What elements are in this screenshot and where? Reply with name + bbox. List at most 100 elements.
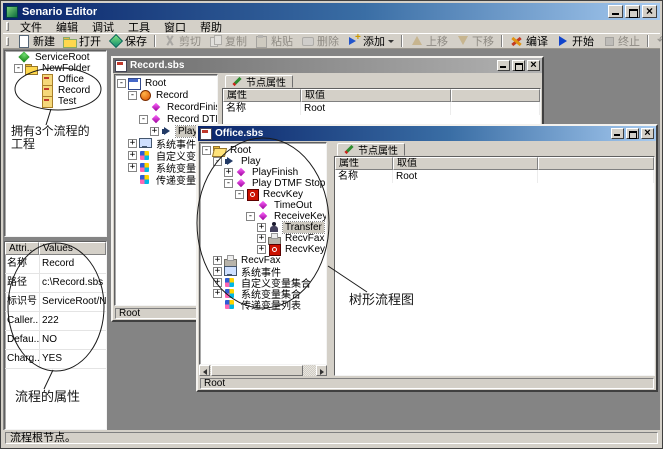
property-row[interactable]: Caller...222 bbox=[5, 312, 106, 331]
tab-node-properties[interactable]: 节点属性 bbox=[225, 75, 293, 88]
tree-item[interactable]: Play DTMF Stop bbox=[200, 178, 326, 189]
expand-box[interactable] bbox=[213, 278, 222, 287]
new-icon bbox=[17, 35, 30, 47]
flow-icon bbox=[41, 74, 53, 85]
tree-item-newfolder[interactable]: NewFolder bbox=[5, 63, 106, 74]
expand-box[interactable] bbox=[213, 157, 222, 166]
tree-item[interactable]: Record bbox=[115, 89, 217, 101]
property-row[interactable]: 标识号ServiceRoot/New... bbox=[5, 293, 106, 312]
office-flow-tree: Root Play PlayFinish Play DTMF Stop Recv… bbox=[199, 142, 327, 376]
tree-item[interactable]: RecordFinish bbox=[115, 101, 217, 113]
close-icon[interactable] bbox=[642, 5, 657, 18]
tree-item[interactable]: Root bbox=[115, 77, 217, 89]
office-window-title: Office.sbs bbox=[215, 128, 263, 139]
tree-item-serviceroot[interactable]: ServiceRoot bbox=[5, 52, 106, 63]
tree-item-test[interactable]: Test bbox=[5, 96, 106, 107]
paste-button: 粘贴 bbox=[251, 34, 297, 49]
toolbar: 新建 打开 保存 剪切 复制 粘贴 删除 添加 上移 下移 编译 开始 终止 取… bbox=[3, 34, 660, 49]
menubar-grip[interactable] bbox=[6, 22, 9, 31]
variables-icon bbox=[224, 288, 236, 299]
folder-icon bbox=[25, 63, 37, 74]
tree-item-selected[interactable]: Transfer bbox=[200, 222, 326, 233]
move-down-button: 下移 bbox=[452, 34, 498, 49]
close-icon[interactable] bbox=[527, 60, 540, 71]
scroll-left-icon[interactable] bbox=[199, 365, 210, 376]
expand-box[interactable] bbox=[14, 64, 23, 73]
expand-box[interactable] bbox=[213, 256, 222, 265]
diamond-icon bbox=[257, 200, 269, 211]
add-button[interactable]: 添加 bbox=[343, 34, 398, 49]
restore-icon[interactable] bbox=[625, 5, 640, 18]
main-statusbar: 流程根节点。 bbox=[3, 430, 660, 446]
copy-icon bbox=[209, 35, 222, 47]
tree-item-record[interactable]: Record bbox=[5, 85, 106, 96]
expand-box[interactable] bbox=[235, 190, 244, 199]
expand-box[interactable] bbox=[117, 79, 126, 88]
delete-icon bbox=[301, 35, 314, 47]
office-titlebar[interactable]: Office.sbs bbox=[198, 126, 656, 141]
tree-item-label: Test bbox=[56, 96, 78, 107]
expand-box[interactable] bbox=[150, 127, 159, 136]
tab-node-properties[interactable]: 节点属性 bbox=[337, 143, 405, 156]
expand-box[interactable] bbox=[128, 163, 137, 172]
compile-button[interactable]: 编译 bbox=[506, 34, 552, 49]
values-column-header[interactable]: Values bbox=[39, 242, 106, 255]
grid-header-attr[interactable]: 属性 bbox=[335, 157, 393, 170]
tree-item[interactable]: TimeOut bbox=[200, 200, 326, 211]
tree-item-office[interactable]: Office bbox=[5, 74, 106, 85]
grid-header-attr[interactable]: 属性 bbox=[223, 89, 301, 102]
expand-box[interactable] bbox=[128, 91, 137, 100]
expand-box[interactable] bbox=[128, 151, 137, 160]
scrollbar-thumb[interactable] bbox=[211, 365, 303, 376]
record-titlebar[interactable]: Record.sbs bbox=[113, 58, 542, 73]
minimize-icon[interactable] bbox=[497, 60, 510, 71]
property-row[interactable]: 路径c:\Record.sbs bbox=[5, 274, 106, 293]
expand-box[interactable] bbox=[224, 168, 233, 177]
minimize-icon[interactable] bbox=[611, 128, 624, 139]
tree-item[interactable]: ReceiveKey Cor bbox=[200, 211, 326, 222]
tree-item[interactable]: Root bbox=[200, 145, 326, 156]
tree-item[interactable]: RecvKey bbox=[200, 189, 326, 200]
save-button[interactable]: 保存 bbox=[105, 34, 151, 49]
expand-box[interactable] bbox=[257, 223, 266, 232]
cut-icon bbox=[163, 35, 176, 47]
expand-box[interactable] bbox=[224, 179, 233, 188]
close-icon[interactable] bbox=[641, 128, 654, 139]
property-row[interactable]: Charg...YES bbox=[5, 350, 106, 369]
horizontal-scrollbar[interactable] bbox=[199, 365, 327, 376]
attr-column-header[interactable]: Attri... bbox=[5, 242, 39, 255]
tree-item[interactable]: RecvKey bbox=[200, 244, 326, 255]
expand-box[interactable] bbox=[213, 267, 222, 276]
grid-row[interactable]: 名称 Root bbox=[335, 170, 654, 183]
tree-item[interactable]: 传递变量列表 bbox=[200, 299, 326, 310]
grid-header-value[interactable]: 取值 bbox=[301, 89, 451, 102]
grid-row[interactable]: 名称 Root bbox=[223, 102, 540, 115]
diamond-icon bbox=[235, 178, 247, 189]
property-row[interactable]: 名称Record bbox=[5, 255, 106, 274]
expand-box[interactable] bbox=[213, 289, 222, 298]
restore-icon[interactable] bbox=[512, 60, 525, 71]
open-button[interactable]: 打开 bbox=[59, 34, 105, 49]
expand-box[interactable] bbox=[257, 245, 266, 254]
compile-icon bbox=[510, 35, 523, 47]
property-row[interactable]: Defau...NO bbox=[5, 331, 106, 350]
expand-box[interactable] bbox=[202, 146, 211, 155]
tree-item[interactable]: RecvFax bbox=[200, 233, 326, 244]
expand-box[interactable] bbox=[139, 115, 148, 124]
expand-box[interactable] bbox=[246, 212, 255, 221]
toolbar-grip[interactable] bbox=[6, 37, 9, 46]
new-button[interactable]: 新建 bbox=[13, 34, 59, 49]
scroll-right-icon[interactable] bbox=[316, 365, 327, 376]
expand-box[interactable] bbox=[257, 234, 266, 243]
start-button[interactable]: 开始 bbox=[552, 34, 598, 49]
expand-box[interactable] bbox=[128, 139, 137, 148]
grid-header-value[interactable]: 取值 bbox=[393, 157, 538, 170]
restore-icon[interactable] bbox=[626, 128, 639, 139]
add-dropdown-arrow-icon[interactable] bbox=[388, 40, 394, 43]
splitter[interactable] bbox=[327, 142, 334, 376]
move-up-icon bbox=[410, 35, 423, 47]
minimize-icon[interactable] bbox=[608, 5, 623, 18]
tree-item[interactable]: PlayFinish bbox=[200, 167, 326, 178]
toolbar-separator bbox=[647, 35, 649, 47]
tree-item[interactable]: Play bbox=[200, 156, 326, 167]
